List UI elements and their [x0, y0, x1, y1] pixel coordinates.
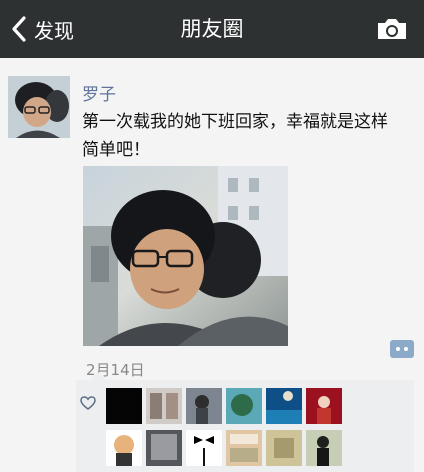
like-avatar-image	[106, 388, 142, 424]
comment-dot-left	[396, 347, 400, 351]
like-avatar-1[interactable]	[106, 388, 142, 424]
like-avatar-7[interactable]	[106, 430, 142, 466]
like-avatar-6[interactable]	[306, 388, 342, 424]
like-avatar-image	[306, 430, 342, 466]
like-avatar-2[interactable]	[146, 388, 182, 424]
like-avatar-image	[226, 430, 262, 466]
post-photo[interactable]	[83, 166, 288, 346]
comment-dot-right	[404, 347, 408, 351]
like-avatar-image	[146, 430, 182, 466]
comment-button[interactable]	[390, 340, 414, 358]
post-username[interactable]: 罗子	[82, 80, 116, 105]
like-avatar-9[interactable]	[186, 430, 222, 466]
like-avatar-image	[106, 430, 142, 466]
like-avatar-image	[186, 430, 222, 466]
post-text: 第一次载我的她下班回家，幸福就是这样简单吧！	[82, 112, 388, 160]
moments-feed: 罗子 第一次载我的她下班回家，幸福就是这样简单吧！ 2月14日	[0, 58, 424, 472]
navigation-bar: 发现 朋友圈	[0, 0, 424, 58]
like-avatar-image	[146, 388, 182, 424]
like-avatar-image	[226, 388, 262, 424]
like-avatar-12[interactable]	[306, 430, 342, 466]
user-avatar[interactable]	[8, 76, 70, 138]
like-avatar-8[interactable]	[146, 430, 182, 466]
photo-image	[83, 166, 288, 346]
page-title: 朋友圈	[180, 17, 244, 41]
like-avatar-image	[266, 430, 302, 466]
likes-panel	[76, 372, 414, 472]
like-avatar-image	[186, 388, 222, 424]
heart-icon	[80, 396, 96, 410]
like-avatar-image	[306, 388, 342, 424]
like-avatar-image	[266, 388, 302, 424]
like-avatar-5[interactable]	[266, 388, 302, 424]
avatar-portrait	[8, 76, 70, 138]
camera-icon[interactable]	[376, 17, 408, 41]
like-avatar-3[interactable]	[186, 388, 222, 424]
like-avatar-10[interactable]	[226, 430, 262, 466]
like-avatar-11[interactable]	[266, 430, 302, 466]
like-avatar-4[interactable]	[226, 388, 262, 424]
